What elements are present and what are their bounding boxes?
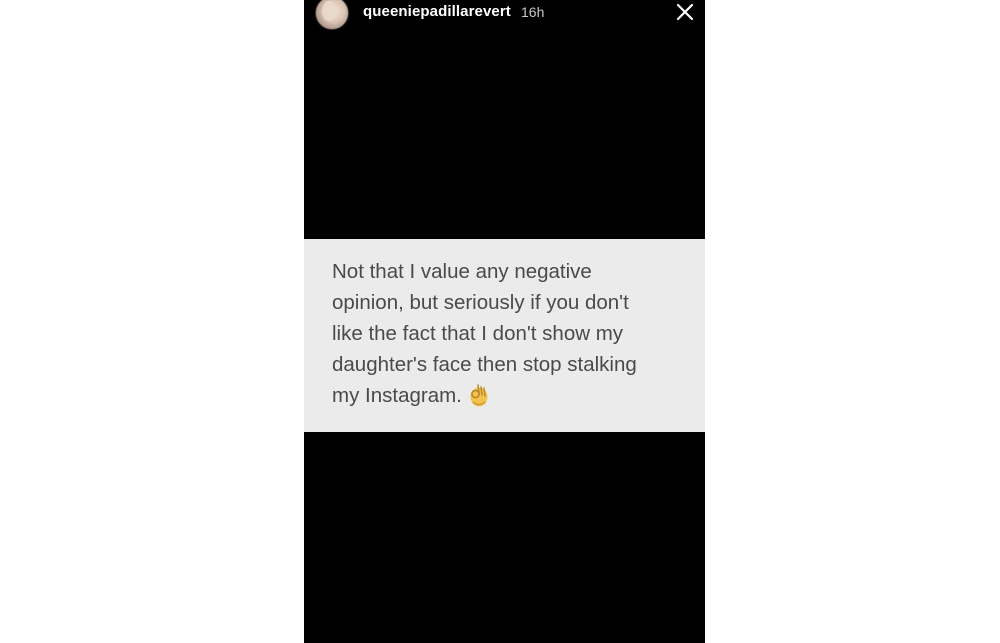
profile-avatar[interactable] — [315, 0, 349, 30]
story-header: queeniepadillarevert 16h — [304, 0, 705, 30]
username-link[interactable]: queeniepadillarevert — [363, 3, 511, 20]
note-line-text: my Instagram. — [332, 384, 462, 407]
note-line: like the fact that I don't show my — [332, 322, 624, 345]
note-line-last: my Instagram. — [332, 380, 692, 411]
note-text: Not that I value any negative opinion, b… — [332, 256, 692, 411]
note-line: daughter's face then stop stalking — [332, 353, 637, 376]
close-button[interactable] — [674, 1, 696, 23]
avatar-image — [322, 1, 336, 21]
story-viewer[interactable]: queeniepadillarevert 16h Not that I valu… — [304, 0, 705, 643]
note-line: opinion, but seriously if you don't — [332, 291, 629, 314]
ok-hand-icon — [470, 384, 488, 407]
close-icon — [676, 3, 694, 21]
note-card: Not that I value any negative opinion, b… — [304, 239, 705, 432]
story-timestamp: 16h — [521, 4, 545, 20]
note-line: Not that I value any negative — [332, 260, 592, 283]
page: queeniepadillarevert 16h Not that I valu… — [0, 0, 1000, 643]
